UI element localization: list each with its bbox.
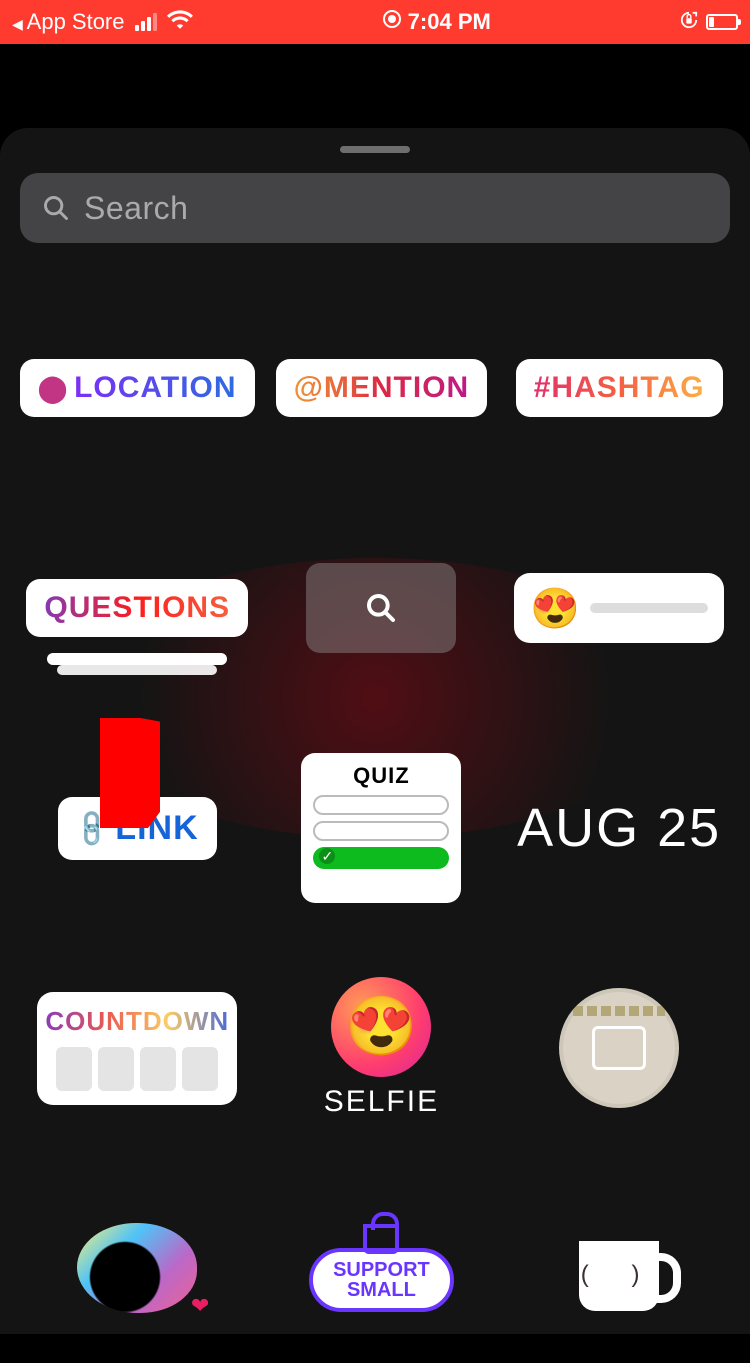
orientation-lock-icon <box>680 9 698 35</box>
sticker-search-bar[interactable]: Search <box>20 173 730 243</box>
search-placeholder: Search <box>84 190 188 227</box>
sticker-mug[interactable]: ( ) <box>579 1225 659 1311</box>
link-icon: 🔗 <box>70 805 116 851</box>
sticker-support-small-business[interactable]: SUPPORT SMALL <box>309 1224 454 1312</box>
slider-track <box>590 603 708 613</box>
sticker-gif-search[interactable] <box>306 563 456 653</box>
sticker-location[interactable]: ⬤ LOCATION <box>20 359 255 417</box>
clock-time: 7:04 PM <box>408 9 491 35</box>
back-to-app[interactable]: App Store <box>12 9 125 35</box>
questions-label: QUESTIONS <box>44 591 230 625</box>
hashtag-label: #HASHTAG <box>534 371 705 405</box>
mention-label: @MENTION <box>294 371 470 405</box>
sticker-link[interactable]: 🔗 LINK <box>58 797 217 860</box>
sticker-hashtag[interactable]: #HASHTAG <box>516 359 723 417</box>
link-label: LINK <box>115 809 198 848</box>
sticker-avatar[interactable] <box>77 1223 197 1313</box>
heart-eyes-face-icon: 😍 <box>331 977 431 1077</box>
sticker-countdown[interactable]: COUNTDOWN <box>37 992 237 1105</box>
quiz-option-correct <box>313 847 449 869</box>
cellular-signal-icon <box>135 13 157 31</box>
selfie-label: SELFIE <box>324 1085 439 1119</box>
sticker-questions[interactable]: QUESTIONS <box>26 579 248 637</box>
location-pin-icon: ⬤ <box>38 373 68 404</box>
sticker-tray-sheet[interactable]: Search ⬤ LOCATION @MENTION #HASHTAG QUES… <box>0 128 750 1334</box>
sticker-selfie[interactable]: 😍 SELFIE <box>324 977 439 1119</box>
sheet-grabber[interactable] <box>340 146 410 153</box>
wifi-icon <box>167 9 193 35</box>
sticker-mention[interactable]: @MENTION <box>276 359 488 417</box>
sticker-date[interactable]: AUG 25 <box>517 797 721 859</box>
quiz-label: QUIZ <box>353 763 410 789</box>
countdown-boxes <box>56 1047 218 1091</box>
shopping-bag-icon <box>363 1224 399 1254</box>
countdown-label: COUNTDOWN <box>45 1006 229 1037</box>
image-icon <box>592 1026 646 1070</box>
support-label: SUPPORT SMALL <box>309 1248 454 1312</box>
status-bar: App Store 7:04 PM <box>0 0 750 44</box>
quiz-option <box>313 795 449 815</box>
search-icon <box>42 194 70 222</box>
sticker-emoji-slider[interactable]: 😍 <box>514 573 724 643</box>
search-icon <box>365 592 397 624</box>
quiz-option <box>313 821 449 841</box>
battery-icon <box>706 14 738 30</box>
location-label: LOCATION <box>74 371 236 405</box>
screen-recording-icon <box>382 9 402 35</box>
sticker-quiz[interactable]: QUIZ <box>301 753 461 903</box>
sticker-dm-share[interactable] <box>559 988 679 1108</box>
heart-eyes-emoji-icon: 😍 <box>530 585 580 632</box>
